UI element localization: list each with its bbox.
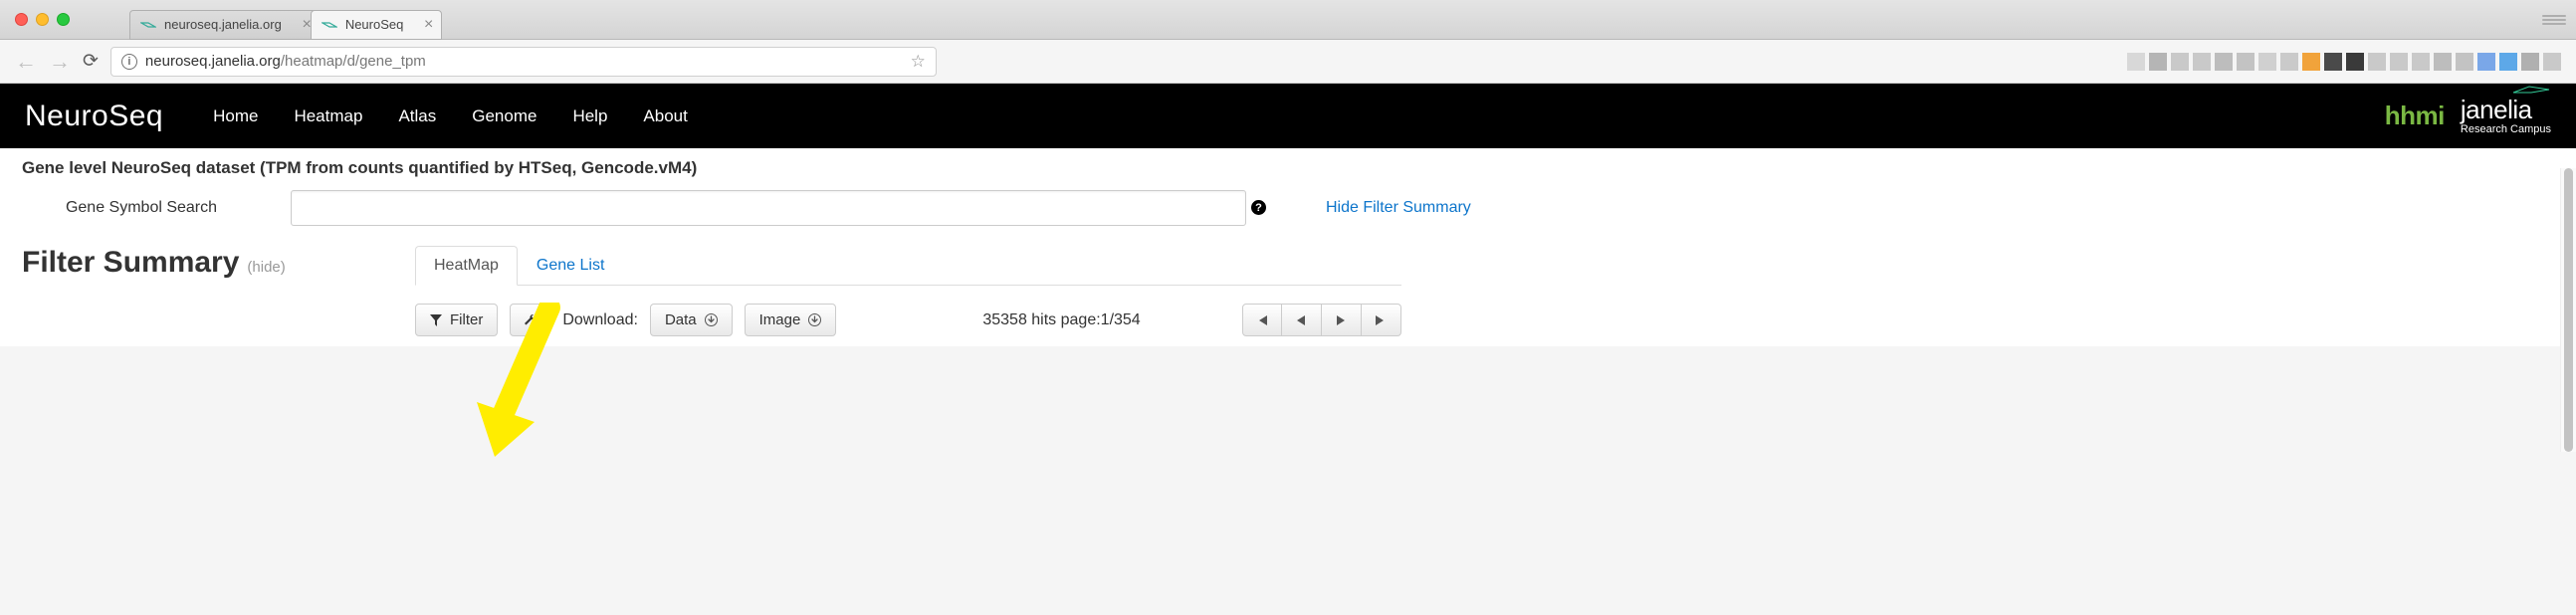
tab-close-icon[interactable]: × (424, 16, 433, 34)
extension-icon[interactable] (2346, 53, 2364, 71)
download-data-label: Data (665, 311, 697, 328)
main-content: Gene level NeuroSeq dataset (TPM from co… (0, 148, 2576, 346)
dataset-description: Gene level NeuroSeq dataset (TPM from co… (22, 158, 2554, 178)
scrollbar-track[interactable] (2560, 168, 2576, 452)
page-prev-button[interactable] (1282, 304, 1322, 336)
download-icon (808, 313, 821, 326)
result-tab-gene-list[interactable]: Gene List (518, 246, 623, 286)
filter-button[interactable]: Filter (415, 304, 498, 336)
janelia-mark-icon (2511, 85, 2551, 95)
browser-tab-1[interactable]: NeuroSeq × (311, 10, 443, 40)
janelia-subtext: Research Campus (2461, 124, 2551, 135)
tab-title: NeuroSeq (345, 17, 404, 32)
reload-icon[interactable]: ⟳ (83, 50, 99, 73)
search-input-wrap: ? (291, 190, 1246, 226)
funnel-icon (430, 314, 442, 326)
hide-filter-summary-link[interactable]: Hide Filter Summary (1326, 199, 1471, 217)
extension-icon[interactable] (2280, 53, 2298, 71)
browser-tab-0[interactable]: neuroseq.janelia.org × (129, 10, 321, 40)
address-bar[interactable]: i neuroseq.janelia.org/heatmap/d/gene_tp… (110, 47, 937, 77)
page-last-button[interactable] (1362, 304, 1401, 336)
browser-tab-strip: neuroseq.janelia.org × NeuroSeq × (0, 0, 2576, 40)
help-icon[interactable]: ? (1251, 200, 1266, 215)
search-label: Gene Symbol Search (22, 199, 261, 217)
extension-icon[interactable] (2543, 53, 2561, 71)
janelia-logo: janelia Research Campus (2461, 97, 2551, 135)
page-content: NeuroSeq Home Heatmap Atlas Genome Help About… (0, 84, 2576, 346)
gene-search-input[interactable] (291, 190, 1246, 226)
page-next-button[interactable] (1322, 304, 1362, 336)
nav-link-help[interactable]: Help (572, 106, 607, 126)
extension-icon[interactable] (2390, 53, 2408, 71)
result-tab-heatmap[interactable]: HeatMap (415, 246, 518, 286)
window-zoom-icon[interactable] (57, 13, 70, 26)
extension-icon[interactable] (2434, 53, 2452, 71)
bookmark-star-icon[interactable]: ☆ (911, 52, 926, 72)
window-traffic-lights (15, 13, 70, 26)
hamburger-menu-icon[interactable] (2542, 15, 2566, 25)
nav-link-about[interactable]: About (643, 106, 687, 126)
filter-summary-heading: Filter Summary (hide) (22, 246, 415, 280)
result-tab-row: HeatMapGene List (415, 246, 1401, 286)
site-navbar: NeuroSeq Home Heatmap Atlas Genome Help About… (0, 84, 2576, 148)
nav-links: Home Heatmap Atlas Genome Help About (213, 106, 688, 126)
janelia-text: janelia (2461, 97, 2532, 122)
tab-favicon-icon (322, 19, 337, 31)
download-data-button[interactable]: Data (650, 304, 733, 336)
gene-search-row: Gene Symbol Search ? Hide Filter Summary (22, 190, 2554, 226)
extension-icon[interactable] (2193, 53, 2211, 71)
filter-summary-hide-link[interactable]: (hide) (247, 259, 285, 276)
wrench-icon (522, 312, 537, 327)
extension-icon[interactable] (2456, 53, 2473, 71)
download-image-label: Image (759, 311, 801, 328)
extension-icon[interactable] (2412, 53, 2430, 71)
window-minimize-icon[interactable] (36, 13, 49, 26)
hhmi-logo: hhmi (2385, 101, 2445, 131)
filter-summary-title: Filter Summary (22, 246, 239, 280)
nav-link-home[interactable]: Home (213, 106, 258, 126)
download-icon (705, 313, 718, 326)
site-info-icon[interactable]: i (121, 54, 137, 70)
tab-title: neuroseq.janelia.org (164, 17, 282, 32)
extension-icon[interactable] (2368, 53, 2386, 71)
tab-favicon-icon (140, 19, 156, 31)
extension-icon[interactable] (2324, 53, 2342, 71)
extension-icon[interactable] (2127, 53, 2145, 71)
results-toolbar: Filter Download: Data Image 35358 hits p (415, 304, 1401, 336)
bottom-row: Filter Summary (hide) HeatMapGene List F… (22, 246, 2554, 336)
results-panel: HeatMapGene List Filter Download: Data (415, 246, 1401, 336)
nav-back-icon[interactable]: ← (15, 49, 37, 75)
browser-toolbar: ← → ⟳ i neuroseq.janelia.org/heatmap/d/g… (0, 40, 2576, 84)
settings-button[interactable] (510, 304, 548, 336)
extension-icon[interactable] (2521, 53, 2539, 71)
extension-icon[interactable] (2302, 53, 2320, 71)
url-path: /heatmap/d/gene_tpm (281, 53, 426, 70)
download-label: Download: (562, 311, 638, 329)
filter-button-label: Filter (450, 311, 483, 328)
extension-icon[interactable] (2171, 53, 2189, 71)
extension-icon[interactable] (2499, 53, 2517, 71)
window-close-icon[interactable] (15, 13, 28, 26)
extension-icon[interactable] (2258, 53, 2276, 71)
page-first-button[interactable] (1242, 304, 1282, 336)
nav-link-genome[interactable]: Genome (472, 106, 537, 126)
extension-icon-strip (2127, 53, 2561, 71)
hits-text: 35358 hits page:1/354 (982, 311, 1140, 329)
partner-logos: hhmi janelia Research Campus (2385, 97, 2551, 135)
download-image-button[interactable]: Image (745, 304, 837, 336)
extension-icon[interactable] (2149, 53, 2167, 71)
pagination (1242, 304, 1401, 336)
site-brand[interactable]: NeuroSeq (25, 100, 163, 133)
url-text: neuroseq.janelia.org/heatmap/d/gene_tpm (145, 53, 426, 70)
nav-link-atlas[interactable]: Atlas (398, 106, 436, 126)
scrollbar-thumb[interactable] (2564, 168, 2573, 452)
url-host: neuroseq.janelia.org (145, 53, 281, 70)
extension-icon[interactable] (2215, 53, 2233, 71)
nav-link-heatmap[interactable]: Heatmap (294, 106, 362, 126)
extension-icon[interactable] (2237, 53, 2254, 71)
nav-forward-icon[interactable]: → (49, 49, 71, 75)
extension-icon[interactable] (2477, 53, 2495, 71)
